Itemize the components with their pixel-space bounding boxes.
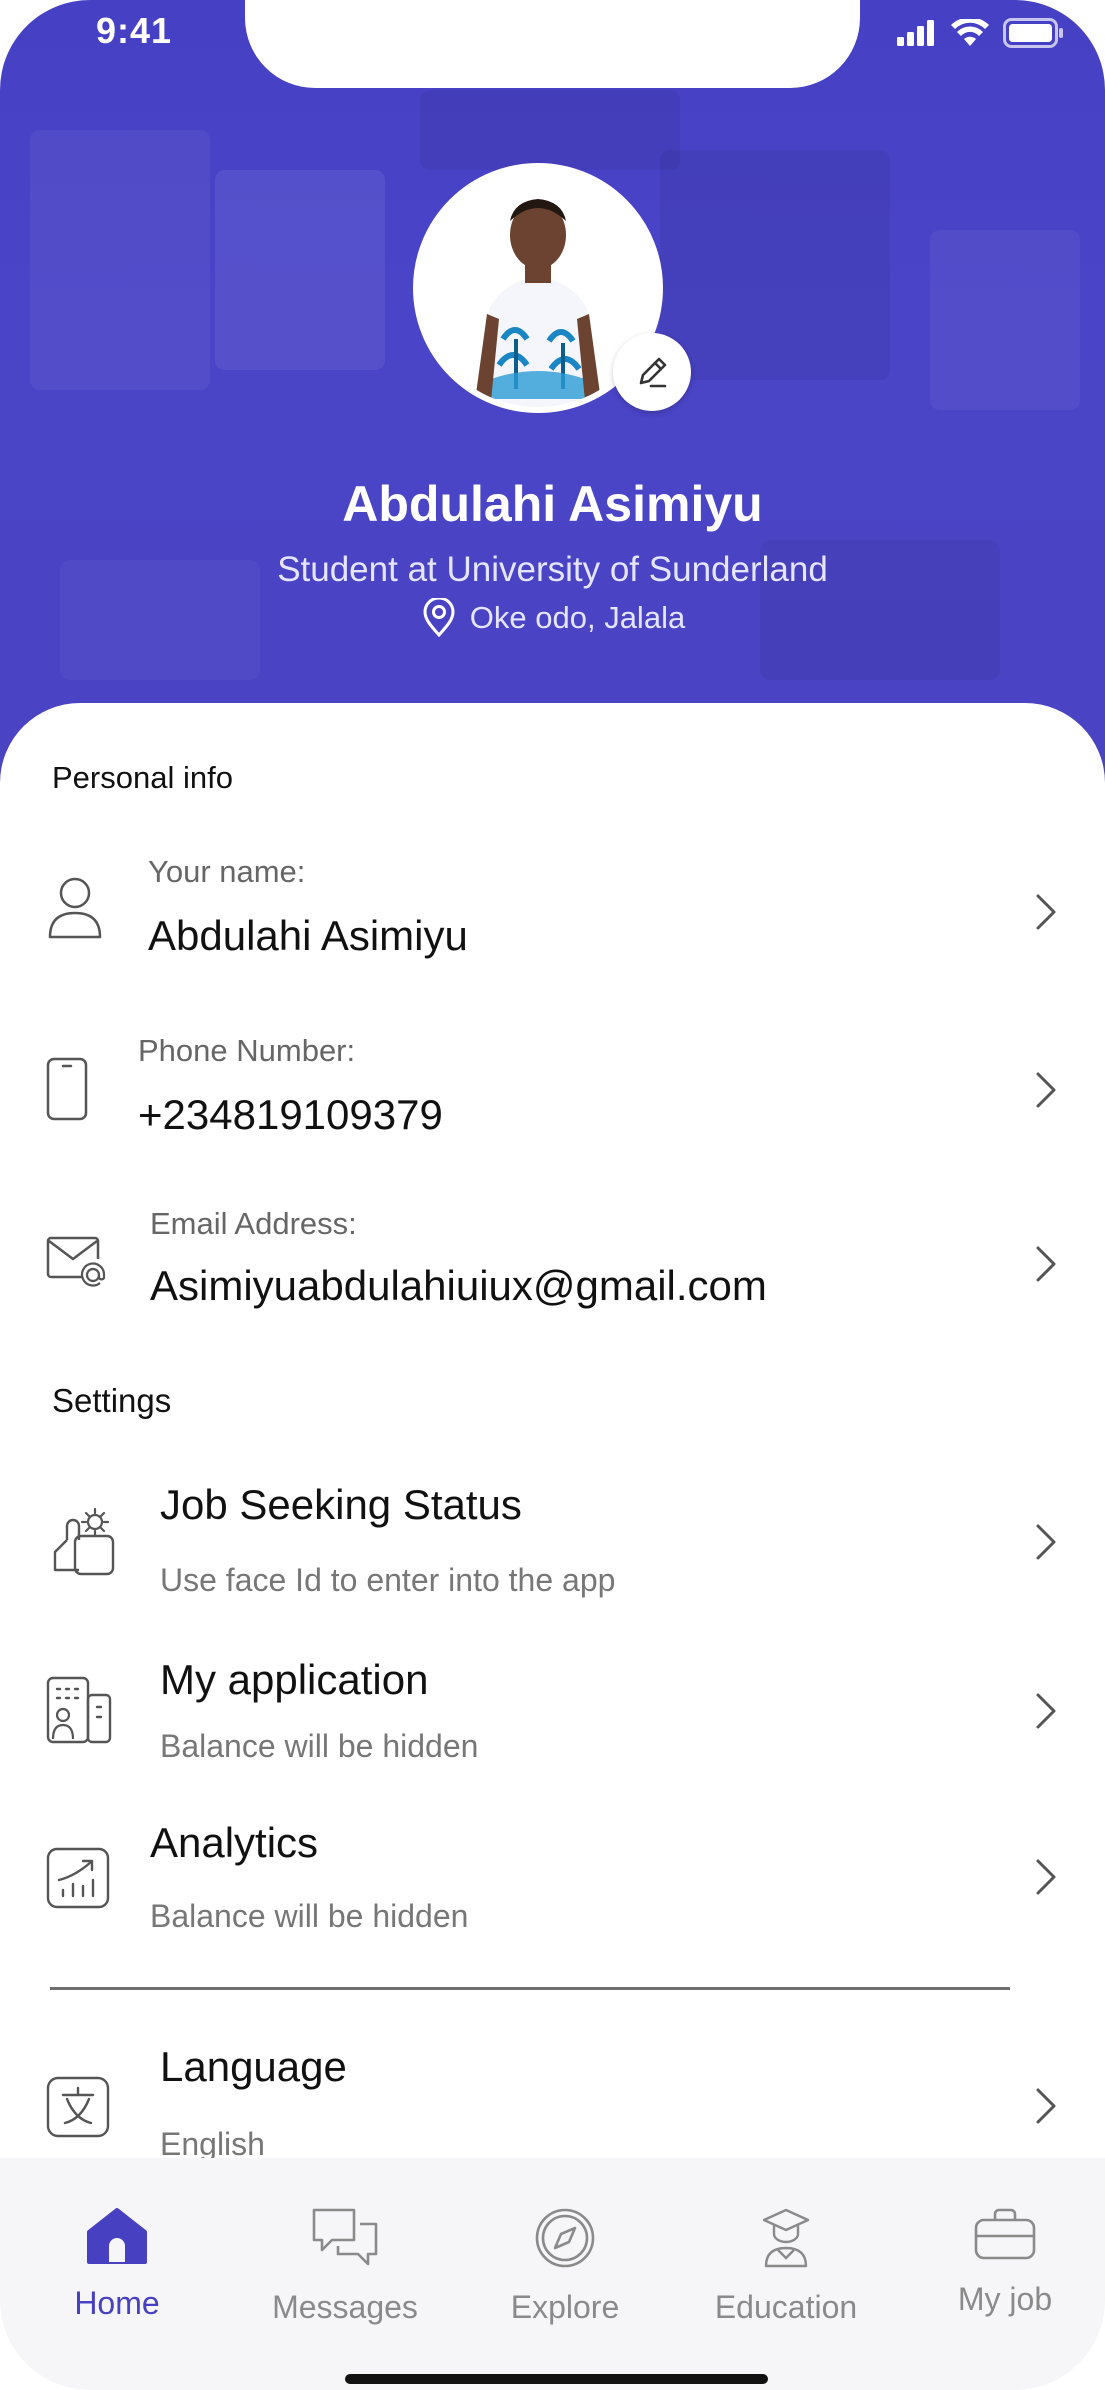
nav-item-my-job[interactable]: My job — [905, 2206, 1105, 2318]
profile-name: Abdulahi Asimiyu — [342, 476, 763, 532]
profile-header: 9:41 Abdulahi Asimiyu Student at Univers… — [0, 0, 1105, 790]
settings-item-language[interactable]: Language English — [0, 2035, 1105, 2160]
email-value: Asimiyuabdulahiuiux@gmail.com — [150, 1262, 767, 1309]
phone-value: +234819109379 — [138, 1091, 443, 1138]
header-background-shape — [660, 150, 890, 380]
phone-icon — [46, 1057, 88, 1121]
phone-label: Phone Number: — [138, 1033, 356, 1068]
chevron-right-icon — [1036, 1524, 1056, 1560]
nav-label-messages: Messages — [272, 2289, 418, 2325]
job-status-subtitle: Use face Id to enter into the app — [160, 1562, 616, 1598]
analytics-subtitle: Balance will be hidden — [150, 1898, 469, 1934]
education-icon — [762, 2208, 810, 2268]
nav-item-messages[interactable]: Messages — [245, 2206, 445, 2326]
analytics-icon — [46, 1847, 110, 1909]
status-time: 9:41 — [96, 10, 173, 51]
compass-icon — [535, 2208, 595, 2268]
personal-info-title: Personal info — [52, 760, 233, 795]
application-icon — [46, 1676, 112, 1744]
personal-info-item-name[interactable]: Your name: Abdulahi Asimiyu — [0, 840, 1105, 980]
chevron-right-icon — [1036, 1693, 1056, 1729]
location-text: Oke odo, Jalala — [469, 600, 686, 635]
settings-item-my-application[interactable]: My application Balance will be hidden — [0, 1645, 1105, 1785]
header-background-shape — [215, 170, 385, 370]
analytics-title: Analytics — [150, 1819, 319, 1866]
status-bar: 9:41 — [0, 0, 1105, 88]
header-background-shape — [420, 90, 680, 170]
settings-item-job-status[interactable]: Job Seeking Status Use face Id to enter … — [0, 1470, 1105, 1620]
profile-role: Student at University of Sunderland — [277, 550, 828, 589]
briefcase-icon — [974, 2208, 1036, 2260]
language-subtitle: English — [160, 2126, 265, 2160]
personal-info-item-phone[interactable]: Phone Number: +234819109379 — [0, 1020, 1105, 1160]
profile-location: Oke odo, Jalala — [0, 598, 1105, 638]
chevron-right-icon — [1036, 1859, 1056, 1895]
device-notch — [245, 0, 860, 88]
personal-info-item-email[interactable]: Email Address: Asimiyuabdulahiuiux@gmail… — [0, 1195, 1105, 1335]
messages-icon — [312, 2208, 378, 2266]
bottom-navigation: Home Messages Explore Education My job — [0, 2158, 1105, 2390]
email-icon — [46, 1236, 106, 1287]
header-background-shape — [30, 130, 210, 390]
name-label: Your name: — [148, 854, 306, 889]
chevron-right-icon — [1036, 894, 1056, 930]
settings-title: Settings — [52, 1382, 172, 1419]
my-application-subtitle: Balance will be hidden — [160, 1728, 479, 1764]
language-icon — [46, 2076, 110, 2138]
phone-screen: 9:41 Abdulahi Asimiyu Student at Univers… — [0, 0, 1105, 2390]
signal-icon — [897, 20, 934, 46]
name-value: Abdulahi Asimiyu — [148, 912, 468, 959]
nav-label-my-job: My job — [957, 2281, 1053, 2317]
nav-label-education: Education — [714, 2289, 858, 2325]
my-application-title: My application — [160, 1656, 429, 1703]
chevron-right-icon — [1036, 2088, 1056, 2124]
battery-icon — [1003, 18, 1063, 48]
language-title: Language — [160, 2043, 347, 2090]
status-icons — [897, 18, 1065, 48]
nav-item-explore[interactable]: Explore — [465, 2206, 665, 2326]
profile-avatar-wrap — [413, 163, 691, 413]
nav-label-home: Home — [74, 2285, 160, 2321]
email-label: Email Address: — [150, 1206, 357, 1241]
wifi-icon — [951, 19, 989, 46]
user-icon — [48, 877, 102, 939]
header-background-shape — [930, 230, 1080, 410]
nav-item-home[interactable]: Home — [17, 2206, 217, 2322]
chevron-right-icon — [1036, 1072, 1056, 1108]
job-status-icon — [53, 1507, 115, 1576]
location-pin-icon — [423, 598, 455, 638]
job-status-title: Job Seeking Status — [160, 1481, 522, 1528]
edit-avatar-button[interactable] — [613, 333, 691, 411]
settings-item-analytics[interactable]: Analytics Balance will be hidden — [0, 1810, 1105, 1950]
settings-divider — [50, 1987, 1010, 1990]
chevron-right-icon — [1036, 1246, 1056, 1282]
nav-item-education[interactable]: Education — [686, 2206, 886, 2326]
pencil-icon — [639, 357, 667, 388]
home-icon — [87, 2208, 147, 2264]
home-indicator — [345, 2374, 768, 2384]
nav-label-explore: Explore — [510, 2289, 620, 2325]
